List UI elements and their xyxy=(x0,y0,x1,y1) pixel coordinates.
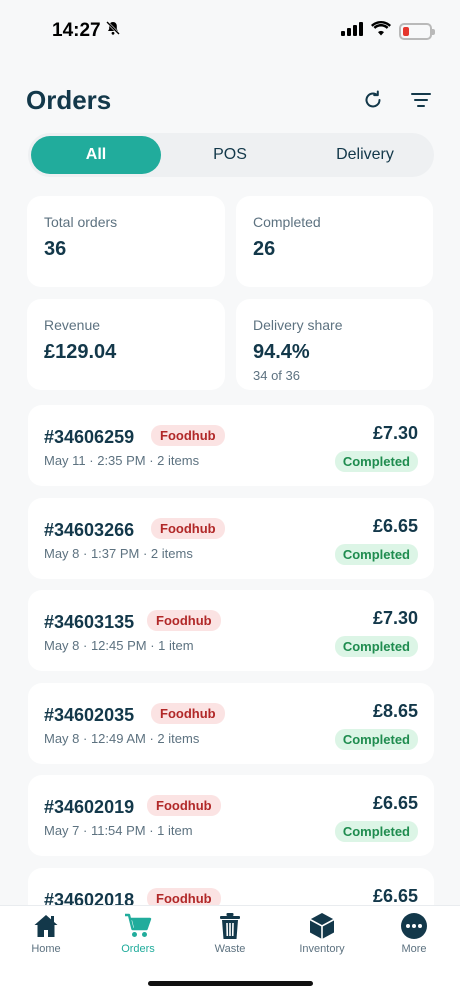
tab-label: Orders xyxy=(121,943,155,955)
stat-value: 94.4% xyxy=(253,341,310,363)
stat-label: Revenue xyxy=(44,317,101,333)
filter-icon xyxy=(411,93,431,107)
order-meta: May 8 · 12:45 PM · 1 item xyxy=(44,638,194,653)
order-status-badge: Completed xyxy=(334,821,418,842)
tab-label: Waste xyxy=(214,943,246,955)
tab-waste[interactable]: Waste xyxy=(190,912,270,955)
stat-value: 26 xyxy=(253,238,276,260)
order-amount: £8.65 xyxy=(372,700,418,721)
home-indicator xyxy=(148,981,313,986)
order-status-badge: Completed xyxy=(334,636,418,657)
order-meta: May 7 · 11:54 PM · 1 item xyxy=(44,823,193,838)
stat-label: Total orders xyxy=(44,214,118,230)
stat-card-revenue: Revenue £129.04 xyxy=(27,299,225,390)
orders-list: #34606259 Foodhub May 11 · 2:35 PM · 2 i… xyxy=(28,405,434,960)
order-status-badge: Completed xyxy=(334,728,418,750)
more-icon xyxy=(374,912,454,940)
order-card[interactable]: #34603135 Foodhub May 8 · 12:45 PM · 1 i… xyxy=(28,590,434,671)
tab-orders[interactable]: Orders xyxy=(98,912,178,955)
signal-icon xyxy=(341,21,363,41)
header-actions xyxy=(360,87,434,113)
order-amount: £6.65 xyxy=(372,515,418,536)
stat-sub: 34 of 36 xyxy=(253,368,300,383)
tab-home[interactable]: Home xyxy=(6,912,86,955)
tab-inventory[interactable]: Inventory xyxy=(282,912,362,955)
stat-card-completed: Completed 26 xyxy=(236,196,433,287)
tab-label: Home xyxy=(31,943,61,955)
source-badge: Foodhub xyxy=(151,517,225,539)
order-amount: £6.65 xyxy=(372,885,418,906)
order-id: #34602019 xyxy=(44,797,135,817)
source-badge: Foodhub xyxy=(151,702,225,724)
segment-delivery[interactable]: Delivery xyxy=(299,136,431,174)
trash-icon xyxy=(190,912,270,940)
status-time: 14:27 xyxy=(52,20,121,42)
tab-more[interactable]: More xyxy=(374,912,454,955)
tab-label: More xyxy=(401,943,427,955)
order-status-badge: Completed xyxy=(334,451,418,472)
source-badge: Foodhub xyxy=(147,795,221,816)
stat-label: Completed xyxy=(253,214,321,230)
stat-card-total-orders: Total orders 36 xyxy=(27,196,225,287)
order-meta: May 8 · 1:37 PM · 2 items xyxy=(44,545,193,561)
order-meta: May 11 · 2:35 PM · 2 items xyxy=(44,453,200,468)
order-meta: May 8 · 12:49 AM · 2 items xyxy=(44,730,200,746)
status-bar: 14:27 xyxy=(0,0,460,62)
status-indicators xyxy=(341,21,435,41)
order-amount: £7.30 xyxy=(372,423,418,443)
stat-value: 36 xyxy=(44,238,67,260)
stat-label: Delivery share xyxy=(253,317,343,333)
clock: 14:27 xyxy=(52,20,101,41)
segment-pos[interactable]: POS xyxy=(161,136,299,174)
filter-button[interactable] xyxy=(408,87,434,113)
home-icon xyxy=(6,912,86,940)
cart-icon xyxy=(98,912,178,940)
stat-card-delivery-share: Delivery share 94.4% 34 of 36 xyxy=(236,299,433,390)
box-icon xyxy=(282,912,362,940)
tab-label: Inventory xyxy=(299,943,345,955)
source-badge: Foodhub xyxy=(147,610,221,631)
bottom-tab-bar: Home Orders Waste Inventory More xyxy=(0,905,460,995)
order-id: #34606259 xyxy=(44,427,135,447)
order-amount: £7.30 xyxy=(372,608,418,628)
order-amount: £6.65 xyxy=(372,793,418,813)
order-status-badge: Completed xyxy=(334,543,418,565)
order-card[interactable]: #34602035 Foodhub May 8 · 12:49 AM · 2 i… xyxy=(28,682,434,764)
order-type-segmented-control: All POS Delivery xyxy=(28,133,434,177)
bell-off-icon xyxy=(105,20,121,42)
stat-value: £129.04 xyxy=(44,341,117,363)
order-card[interactable]: #34606259 Foodhub May 11 · 2:35 PM · 2 i… xyxy=(28,405,434,486)
page-title: Orders xyxy=(26,84,112,115)
order-card[interactable]: #34602019 Foodhub May 7 · 11:54 PM · 1 i… xyxy=(28,775,434,856)
order-id: #34602035 xyxy=(44,704,135,725)
order-id: #34603135 xyxy=(44,612,135,632)
refresh-icon xyxy=(365,90,381,108)
source-badge: Foodhub xyxy=(151,425,225,446)
battery-icon xyxy=(399,22,435,40)
order-card[interactable]: #34603266 Foodhub May 8 · 1:37 PM · 2 it… xyxy=(28,497,434,579)
header: Orders xyxy=(26,78,434,122)
refresh-button[interactable] xyxy=(360,87,386,113)
wifi-icon xyxy=(371,21,391,41)
order-id: #34603266 xyxy=(44,519,135,540)
segment-all[interactable]: All xyxy=(31,136,161,174)
